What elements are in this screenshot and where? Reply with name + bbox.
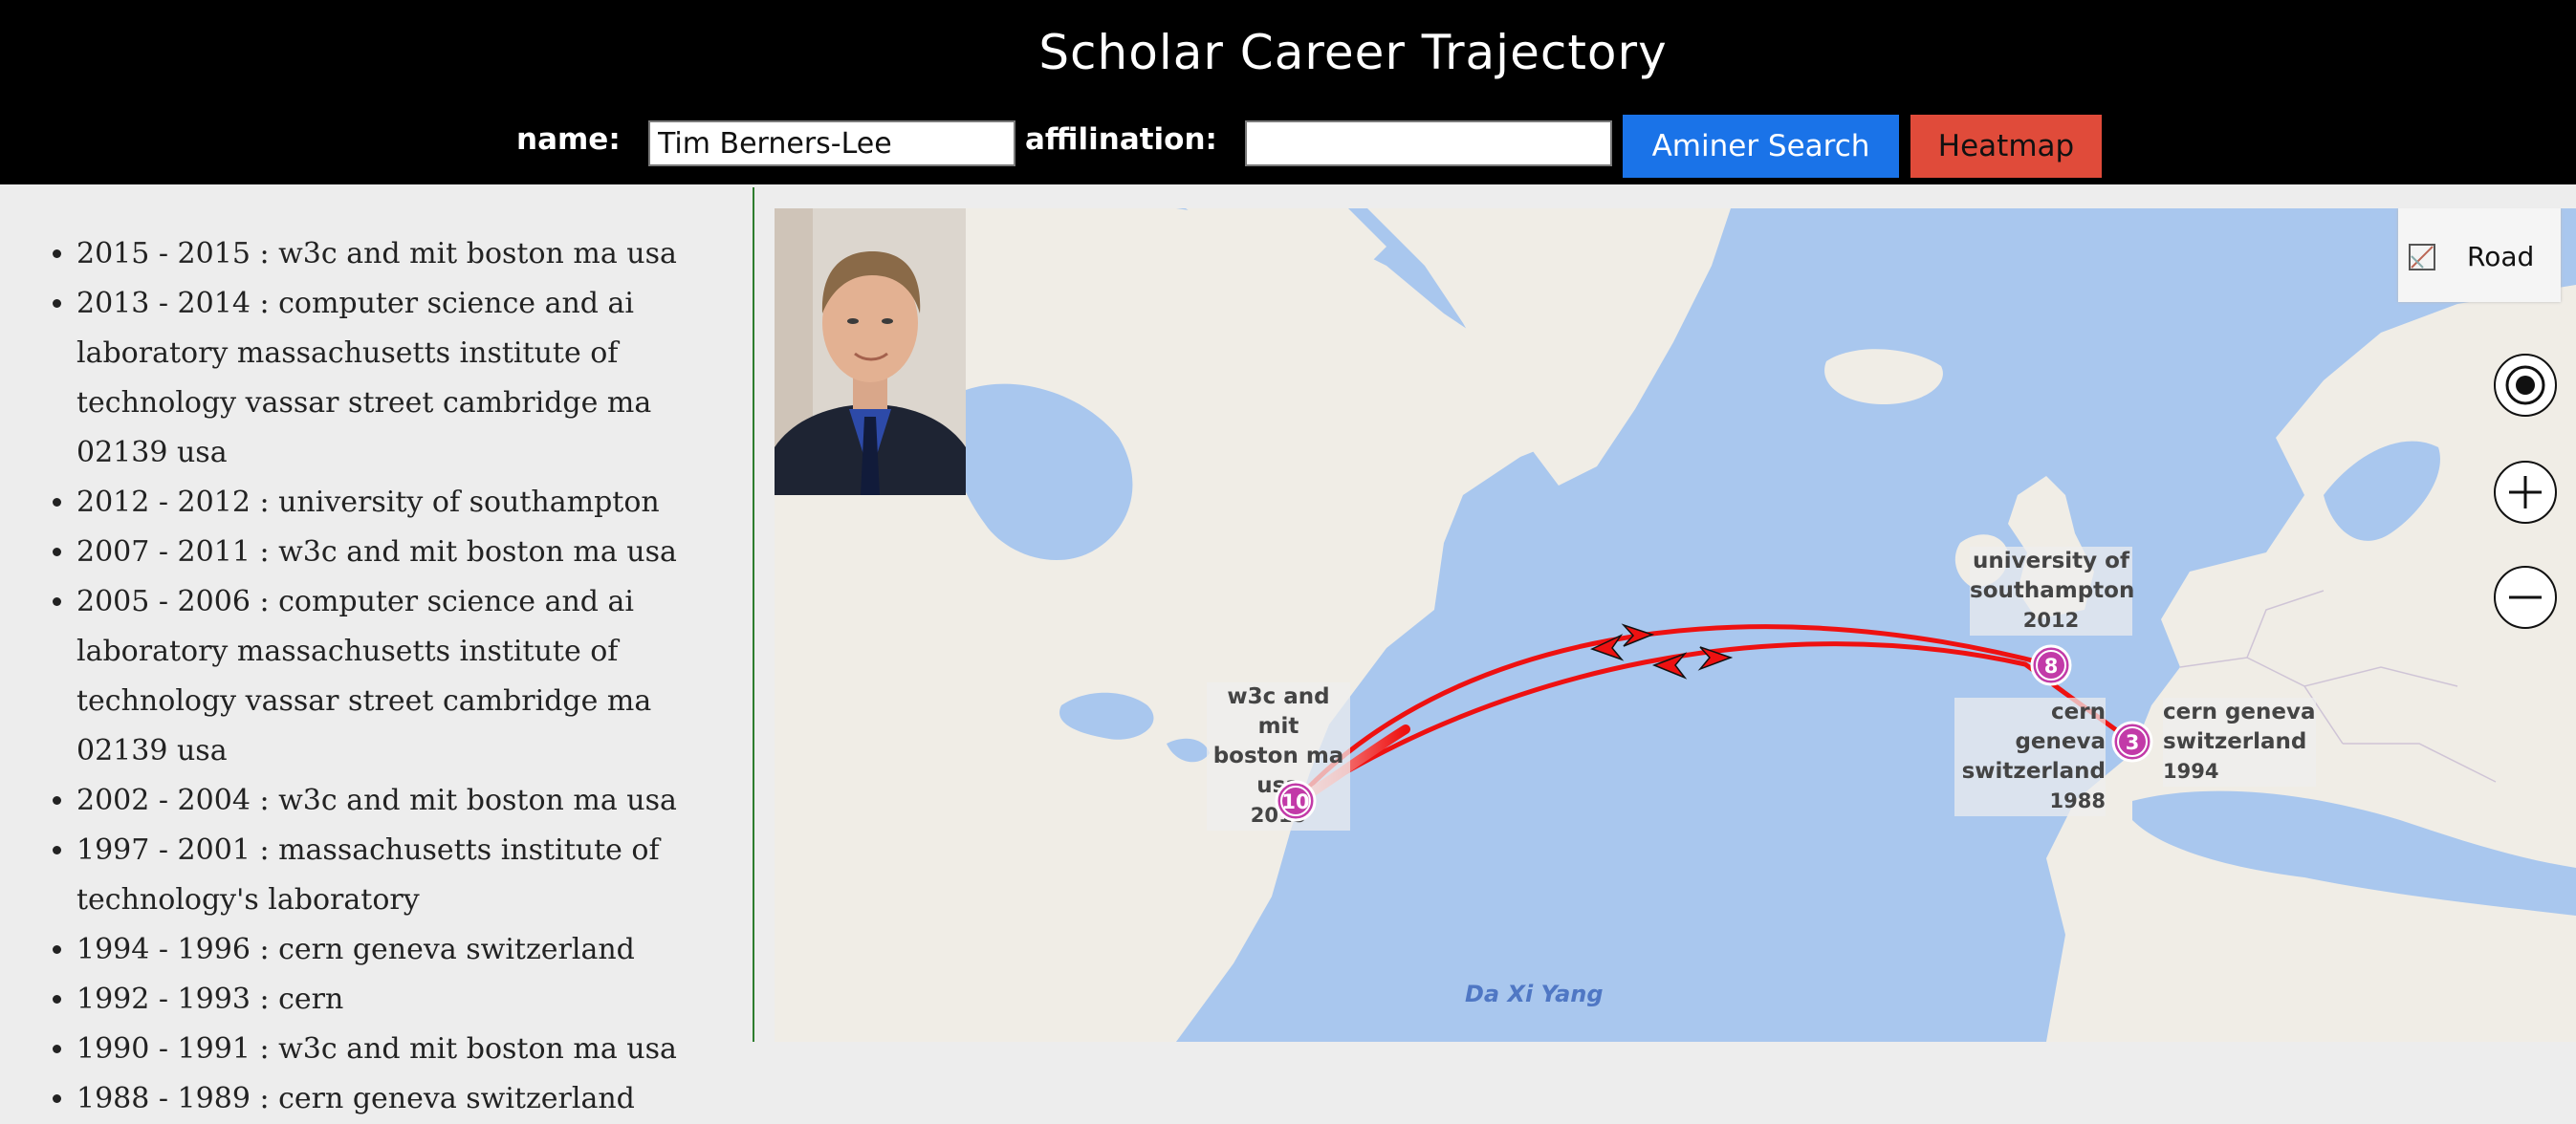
aminer-search-button[interactable]: Aminer Search xyxy=(1623,115,1899,178)
map-canvas[interactable] xyxy=(775,208,2576,1042)
career-history-panel: 2015 - 2015 : w3c and mit boston ma usa … xyxy=(0,187,754,1115)
minus-icon xyxy=(2509,595,2542,599)
affiliation-input[interactable] xyxy=(1245,120,1612,166)
name-label: name: xyxy=(516,122,621,157)
pin-label-cern-1988: cern geneva switzerland 1988 xyxy=(1954,698,2106,816)
locate-button[interactable] xyxy=(2494,354,2557,417)
scholar-photo xyxy=(775,208,966,495)
map-pin-southampton[interactable]: 8 xyxy=(2030,644,2072,686)
pin-label-cern-1994: cern geneva switzerland 1994 xyxy=(2163,698,2316,787)
app-header: Scholar Career Trajectory name: affilina… xyxy=(0,0,2576,184)
pin-label-line: switzerland xyxy=(1961,759,2106,784)
road-map-icon xyxy=(2409,244,2435,270)
pin-label-line: university of xyxy=(1973,549,2129,573)
heatmap-button[interactable]: Heatmap xyxy=(1910,115,2102,178)
pin-count: 3 xyxy=(2126,731,2140,754)
career-history-list: 2015 - 2015 : w3c and mit boston ma usa … xyxy=(0,187,753,1124)
map-pin-geneva[interactable]: 3 xyxy=(2111,721,2153,763)
history-item: 2002 - 2004 : w3c and mit boston ma usa xyxy=(76,776,736,826)
history-item: 2012 - 2012 : university of southampton xyxy=(76,478,736,528)
pin-label-line: southampton xyxy=(1970,578,2135,603)
history-item: 2005 - 2006 : computer science and ai la… xyxy=(76,577,736,776)
map-pin-boston[interactable]: 10 xyxy=(1275,780,1317,822)
history-item: 1988 - 1989 : cern geneva switzerland xyxy=(76,1074,736,1124)
pin-label-southampton: university of southampton 2012 xyxy=(1970,547,2135,636)
map-style-toggle[interactable]: Road xyxy=(2398,208,2561,302)
plus-icon xyxy=(2509,476,2542,508)
pin-label-year: 1994 xyxy=(2163,760,2219,783)
affiliation-label: affilination: xyxy=(1025,122,1217,157)
trajectory-map[interactable]: w3c and mit boston ma usa 2015 universit… xyxy=(775,208,2576,1042)
history-item: 1990 - 1991 : w3c and mit boston ma usa xyxy=(76,1025,736,1074)
ocean-label: Da Xi Yang xyxy=(1465,981,1604,1007)
locate-icon xyxy=(2505,365,2545,405)
pin-label-year: 1988 xyxy=(2049,789,2106,812)
history-item: 1994 - 1996 : cern geneva switzerland xyxy=(76,925,736,975)
history-item: 2007 - 2011 : w3c and mit boston ma usa xyxy=(76,528,736,577)
history-item: 2015 - 2015 : w3c and mit boston ma usa xyxy=(76,229,736,279)
map-style-label: Road xyxy=(2467,241,2535,272)
pin-count: 8 xyxy=(2044,655,2059,678)
pin-label-year: 2012 xyxy=(2022,609,2080,632)
page-title: Scholar Career Trajectory xyxy=(1038,25,1668,80)
pin-label-line: cern geneva xyxy=(2015,700,2106,754)
pin-label-line: w3c and mit xyxy=(1227,684,1330,739)
zoom-out-button[interactable] xyxy=(2494,566,2557,629)
history-item: 2013 - 2014 : computer science and ai la… xyxy=(76,279,736,478)
history-item: 1992 - 1993 : cern xyxy=(76,975,736,1025)
pin-label-line: cern geneva xyxy=(2163,700,2316,724)
name-input[interactable] xyxy=(648,120,1015,166)
history-item: 1997 - 2001 : massachusetts institute of… xyxy=(76,826,736,925)
pin-count: 10 xyxy=(1281,790,1309,813)
pin-label-line: switzerland xyxy=(2163,729,2307,754)
zoom-in-button[interactable] xyxy=(2494,461,2557,524)
